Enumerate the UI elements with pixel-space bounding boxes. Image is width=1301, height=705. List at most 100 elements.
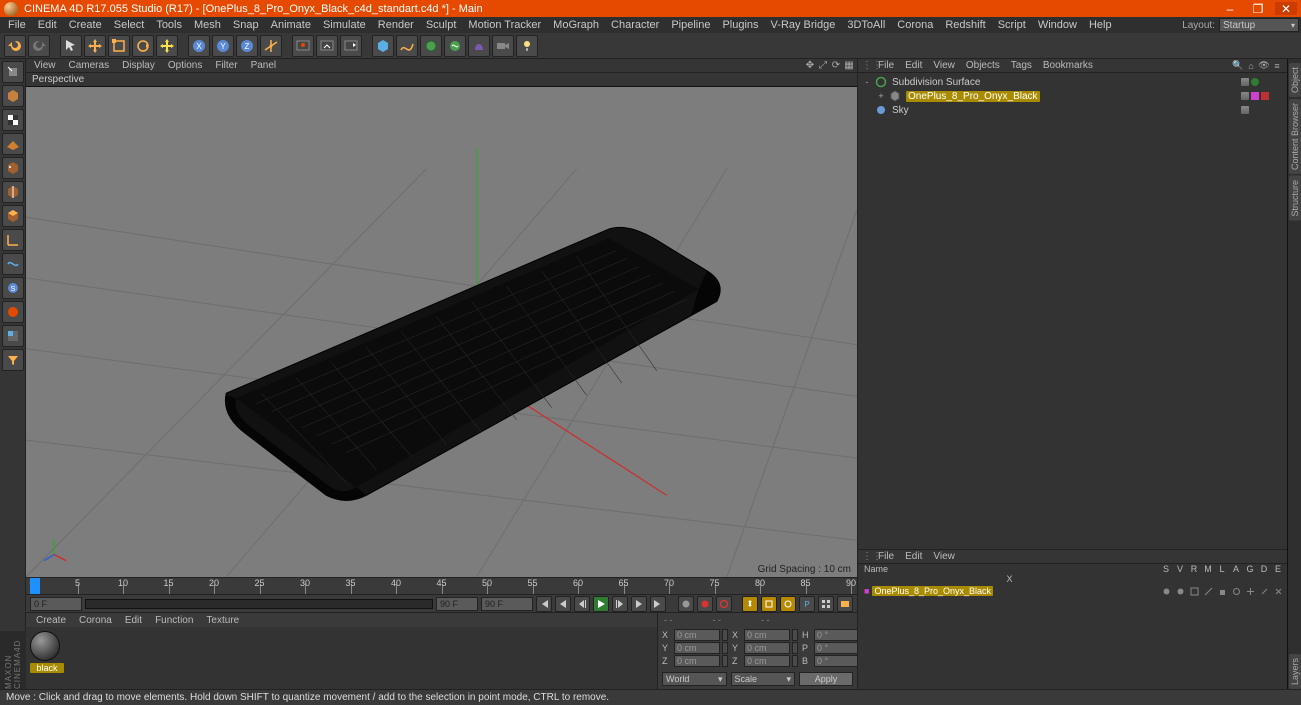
attrmenu-view[interactable]: View	[928, 551, 960, 562]
object-row[interactable]: -Subdivision Surface	[860, 75, 1285, 89]
select-tool-button[interactable]	[60, 35, 82, 57]
objmenu-view[interactable]: View	[928, 60, 960, 71]
menu-sculpt[interactable]: Sculpt	[420, 18, 463, 32]
anim-slider-end[interactable]: 90 F	[436, 597, 478, 611]
anim-start-field[interactable]: 0 F	[30, 597, 82, 611]
axis-z-button[interactable]: Z	[236, 35, 258, 57]
menu-file[interactable]: File	[2, 18, 32, 32]
snap-button[interactable]: S	[2, 277, 24, 299]
menu-redshift[interactable]: Redshift	[939, 18, 991, 32]
autokey-button[interactable]	[697, 596, 713, 612]
close-button[interactable]: ✕	[1275, 2, 1297, 15]
spinner-icon[interactable]	[792, 642, 798, 654]
timeline-ruler[interactable]: 051015202530354045505560657075808590	[26, 577, 857, 595]
menu-mesh[interactable]: Mesh	[188, 18, 227, 32]
viewmenu-display[interactable]: Display	[116, 60, 161, 71]
menu-pipeline[interactable]: Pipeline	[665, 18, 716, 32]
menu-edit[interactable]: Edit	[32, 18, 63, 32]
anim-end-field[interactable]: 90 F	[481, 597, 533, 611]
axis-y-button[interactable]: Y	[212, 35, 234, 57]
attr-icon[interactable]	[1257, 587, 1271, 596]
viewport-nav-icon[interactable]: ✥	[804, 60, 816, 72]
move-tool-button[interactable]	[84, 35, 106, 57]
objmenu-bookmarks[interactable]: Bookmarks	[1038, 60, 1098, 71]
matmenu-corona[interactable]: Corona	[73, 615, 118, 626]
model-mode-button[interactable]	[2, 85, 24, 107]
attr-icon[interactable]	[1201, 587, 1215, 596]
prev-key-button[interactable]	[555, 596, 571, 612]
viewmenu-panel[interactable]: Panel	[245, 60, 283, 71]
search-icon[interactable]: 🔍	[1232, 60, 1244, 72]
primitive-button[interactable]	[372, 35, 394, 57]
viewmenu-cameras[interactable]: Cameras	[63, 60, 116, 71]
menu-tools[interactable]: Tools	[150, 18, 188, 32]
record-button[interactable]	[678, 596, 694, 612]
scale-key-button[interactable]	[761, 596, 777, 612]
render-settings-button[interactable]	[316, 35, 338, 57]
menu-character[interactable]: Character	[605, 18, 665, 32]
menu-motion-tracker[interactable]: Motion Tracker	[462, 18, 547, 32]
viewport-solo-button[interactable]	[2, 325, 24, 347]
matmenu-texture[interactable]: Texture	[200, 615, 245, 626]
attr-icon[interactable]	[1229, 587, 1243, 596]
menu-3dtoall[interactable]: 3DToAll	[841, 18, 891, 32]
render-queue-button[interactable]	[340, 35, 362, 57]
make-editable-button[interactable]	[2, 61, 24, 83]
tree-toggle[interactable]: +	[876, 91, 886, 101]
home-icon[interactable]: ⌂	[1245, 60, 1257, 72]
coord-field[interactable]: 0 °	[814, 629, 860, 641]
matmenu-function[interactable]: Function	[149, 615, 199, 626]
menu-render[interactable]: Render	[372, 18, 420, 32]
spline-button[interactable]	[396, 35, 418, 57]
spinner-icon[interactable]	[722, 655, 728, 667]
attr-icon[interactable]	[1159, 587, 1173, 596]
last-tool-button[interactable]	[156, 35, 178, 57]
viewmenu-view[interactable]: View	[28, 60, 62, 71]
menu-vray-bridge[interactable]: V-Ray Bridge	[765, 18, 842, 32]
viewport[interactable]: Grid Spacing : 10 cm	[26, 87, 857, 577]
objmenu-objects[interactable]: Objects	[961, 60, 1005, 71]
attr-icon[interactable]	[1187, 587, 1201, 596]
next-key-button[interactable]	[631, 596, 647, 612]
matmenu-edit[interactable]: Edit	[119, 615, 148, 626]
pla-key-button[interactable]	[818, 596, 834, 612]
object-row[interactable]: Sky	[860, 103, 1285, 117]
render-view-button[interactable]	[292, 35, 314, 57]
attr-icon[interactable]	[1243, 587, 1257, 596]
eye-icon[interactable]: 👁	[1258, 60, 1270, 72]
spinner-icon[interactable]	[722, 642, 728, 654]
objmenu-tags[interactable]: Tags	[1006, 60, 1037, 71]
axis-button[interactable]	[2, 229, 24, 251]
spinner-icon[interactable]	[792, 629, 798, 641]
coord-field[interactable]: 0 °	[814, 642, 860, 654]
point-mode-button[interactable]	[2, 157, 24, 179]
locked-workplane-button[interactable]	[2, 301, 24, 323]
viewport-zoom-icon[interactable]: ⤢	[817, 60, 829, 72]
vtab-layers[interactable]: Layers	[1289, 654, 1301, 689]
menu-window[interactable]: Window	[1032, 18, 1083, 32]
coord-system-button[interactable]	[260, 35, 282, 57]
minimize-button[interactable]: –	[1219, 2, 1241, 15]
texture-mode-button[interactable]	[2, 109, 24, 131]
menu-mograph[interactable]: MoGraph	[547, 18, 605, 32]
param-key-button[interactable]: P	[799, 596, 815, 612]
coord-field[interactable]: 0 cm	[674, 629, 720, 641]
menu-simulate[interactable]: Simulate	[317, 18, 372, 32]
attr-row[interactable]: ■OnePlus_8_Pro_Onyx_Black	[858, 584, 1287, 598]
menu-create[interactable]: Create	[63, 18, 108, 32]
keyframe-sel-button[interactable]	[716, 596, 732, 612]
menu-animate[interactable]: Animate	[265, 18, 317, 32]
edge-mode-button[interactable]	[2, 181, 24, 203]
camera-button[interactable]	[492, 35, 514, 57]
light-button[interactable]	[516, 35, 538, 57]
attr-icon[interactable]	[1173, 587, 1187, 596]
object-tags[interactable]	[1241, 92, 1285, 100]
tree-toggle[interactable]: -	[862, 77, 872, 87]
menu-script[interactable]: Script	[992, 18, 1032, 32]
coord-field[interactable]: 0 cm	[744, 655, 790, 667]
matmenu-create[interactable]: Create	[30, 615, 72, 626]
object-row[interactable]: +OnePlus_8_Pro_Onyx_Black	[860, 89, 1285, 103]
list-icon[interactable]: ≡	[1271, 60, 1283, 72]
menu-corona[interactable]: Corona	[891, 18, 939, 32]
scale-tool-button[interactable]	[108, 35, 130, 57]
